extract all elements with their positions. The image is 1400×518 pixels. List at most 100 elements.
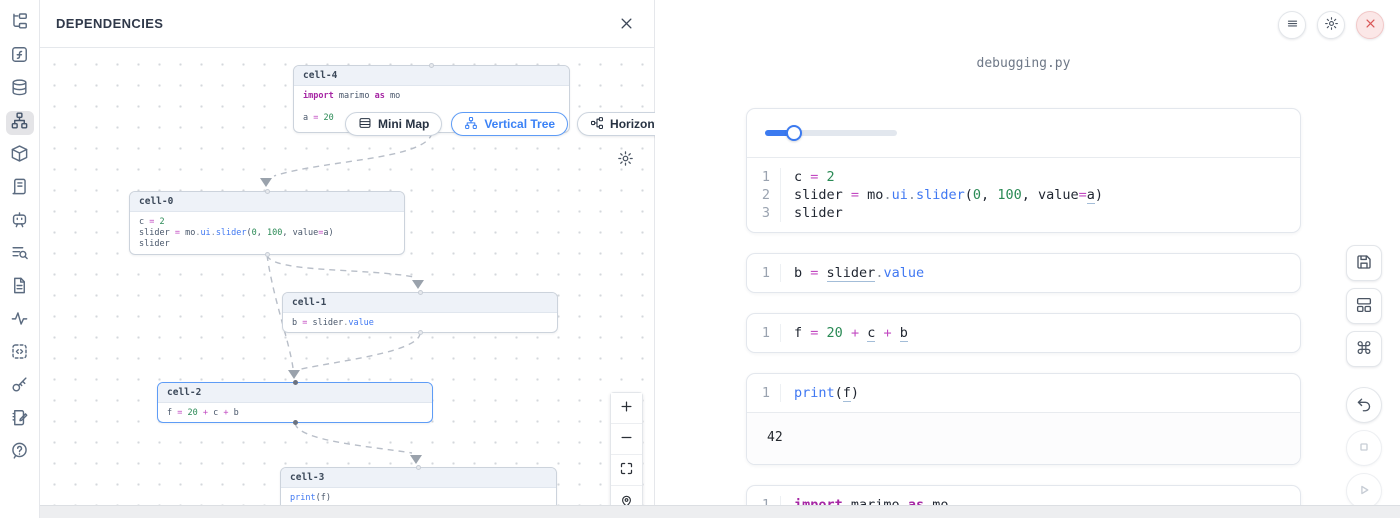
view-button-horizontal-tree[interactable]: Horizontal Tree xyxy=(577,112,655,136)
undo-button[interactable] xyxy=(1346,387,1382,423)
panel-title: DEPENDENCIES xyxy=(56,16,163,31)
sidebar-item-package[interactable] xyxy=(6,144,34,168)
graph-node-cell-0[interactable]: cell-0c = 2slider = mo.ui.slider(0, 100,… xyxy=(129,191,405,255)
save-button[interactable] xyxy=(1346,245,1382,281)
code-line: slider = mo.ui.slider(0, 100, value=a) xyxy=(781,186,1103,204)
sidebar-item-file-tree[interactable] xyxy=(6,12,34,36)
node-handle-top xyxy=(265,189,270,194)
dependency-graph-icon xyxy=(10,111,29,135)
cell-output xyxy=(747,109,1300,158)
graph-node-code: c = 2slider = mo.ui.slider(0, 100, value… xyxy=(130,212,404,254)
slider-widget[interactable] xyxy=(765,124,897,142)
line-number: 2 xyxy=(747,186,781,204)
node-handle-bottom xyxy=(418,330,423,335)
sidebar-item-list-search[interactable] xyxy=(6,243,34,267)
graph-settings-button[interactable] xyxy=(617,150,634,170)
shutdown-x-icon xyxy=(1363,16,1378,34)
zoom-out-icon xyxy=(619,430,634,448)
sidebar-item-help[interactable] xyxy=(6,441,34,465)
document-icon xyxy=(10,276,29,300)
graph-node-title: cell-2 xyxy=(158,383,432,403)
database-icon xyxy=(10,78,29,102)
vertical-tree-icon xyxy=(464,116,478,133)
sidebar-item-activity[interactable] xyxy=(6,309,34,333)
app-root: DEPENDENCIES xyxy=(0,0,1400,518)
package-icon xyxy=(10,144,29,168)
graph-node-title: cell-1 xyxy=(283,293,557,313)
node-handle-top xyxy=(418,290,423,295)
code-line: c = 2 xyxy=(781,168,835,186)
code-line: b = slider.value xyxy=(781,264,924,282)
graph-node-cell-3[interactable]: cell-3print(f) xyxy=(280,467,557,505)
sidebar-item-dependency-graph[interactable] xyxy=(6,111,34,135)
scroll-icon xyxy=(10,177,29,201)
file-tree-icon xyxy=(10,12,29,36)
graph-toolbar: Mini Map Vertical Tree Horizontal Tree xyxy=(345,112,655,136)
activity-icon xyxy=(10,309,29,333)
sidebar-item-key[interactable] xyxy=(6,375,34,399)
sidebar-item-snippets[interactable] xyxy=(6,342,34,366)
graph-node-title: cell-3 xyxy=(281,468,556,488)
sidebar-item-function-square[interactable] xyxy=(6,45,34,69)
sidebar-item-scroll[interactable] xyxy=(6,177,34,201)
slider-track xyxy=(765,130,897,136)
code-editor[interactable]: 1f = 20 + c + b xyxy=(747,314,1300,352)
minimap-icon xyxy=(358,116,372,133)
graph-node-cell-2[interactable]: cell-2f = 20 + c + b xyxy=(157,382,433,423)
fit-view-button[interactable] xyxy=(611,455,642,486)
sidebar-item-document[interactable] xyxy=(6,276,34,300)
pin-icon xyxy=(619,493,634,506)
command-button[interactable]: ⌘ xyxy=(1346,331,1382,367)
line-number: 3 xyxy=(747,204,781,222)
list-search-icon xyxy=(10,243,29,267)
save-icon xyxy=(1355,253,1373,274)
function-square-icon xyxy=(10,45,29,69)
menu-icon xyxy=(1285,16,1300,34)
graph-node-title: cell-4 xyxy=(294,66,569,86)
node-handle-bottom xyxy=(265,252,270,257)
horizontal-tree-icon xyxy=(590,116,604,133)
graph-node-code: print(f) xyxy=(281,488,556,505)
icon-sidebar xyxy=(0,0,40,518)
settings-gear-icon xyxy=(1324,16,1339,34)
notebook-cell-3: 1print(f)42 xyxy=(746,373,1301,465)
cell-output-text: 42 xyxy=(747,412,1300,464)
view-button-vertical-tree[interactable]: Vertical Tree xyxy=(451,112,568,136)
stop-icon xyxy=(1355,438,1373,459)
gear-icon xyxy=(617,150,634,167)
shutdown-x-button[interactable] xyxy=(1356,11,1384,39)
sidebar-item-database[interactable] xyxy=(6,78,34,102)
node-handle-bottom xyxy=(293,420,298,425)
run-icon xyxy=(1355,481,1373,502)
sidebar-item-scratchpad[interactable] xyxy=(6,408,34,432)
pin-button[interactable] xyxy=(611,486,642,505)
code-editor[interactable]: 1b = slider.value xyxy=(747,254,1300,292)
graph-node-cell-1[interactable]: cell-1b = slider.value xyxy=(282,292,558,333)
node-handle-top xyxy=(416,465,421,470)
app-footer xyxy=(40,505,1400,518)
line-number: 1 xyxy=(747,168,781,186)
zoom-in-button[interactable] xyxy=(611,393,642,424)
close-panel-button[interactable] xyxy=(616,14,636,34)
code-line: slider xyxy=(781,204,843,222)
code-editor[interactable]: 1c = 22slider = mo.ui.slider(0, 100, val… xyxy=(747,158,1300,232)
zoom-out-button[interactable] xyxy=(611,424,642,455)
dependency-graph-canvas[interactable]: cell-4import marimo as mo a = 20cell-0c … xyxy=(40,48,655,505)
settings-gear-button[interactable] xyxy=(1317,11,1345,39)
layout-button[interactable] xyxy=(1346,288,1382,324)
close-icon xyxy=(619,16,634,31)
slider-thumb[interactable] xyxy=(786,125,802,141)
node-handle-top xyxy=(429,63,434,68)
code-editor[interactable]: 1print(f) xyxy=(747,374,1300,412)
view-button-mini-map[interactable]: Mini Map xyxy=(345,112,442,136)
graph-node-title: cell-0 xyxy=(130,192,404,212)
snippets-icon xyxy=(10,342,29,366)
menu-button[interactable] xyxy=(1278,11,1306,39)
undo-icon xyxy=(1355,395,1373,416)
notebook-topbar xyxy=(1278,11,1384,39)
dependencies-header: DEPENDENCIES xyxy=(40,0,654,48)
view-button-label: Horizontal Tree xyxy=(610,117,655,131)
chat-icon xyxy=(10,210,29,234)
sidebar-item-chat[interactable] xyxy=(6,210,34,234)
zoom-in-icon xyxy=(619,399,634,417)
